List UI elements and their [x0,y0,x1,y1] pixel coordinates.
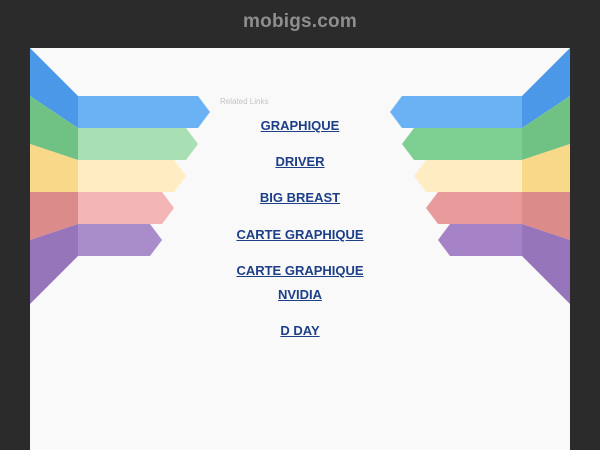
related-link-carte-graphique[interactable]: CARTE GRAPHIQUE [30,223,570,247]
site-title: mobigs.com [243,11,357,32]
related-link-big-breast[interactable]: BIG BREAST [30,186,570,210]
main-panel: Related Links GRAPHIQUE DRIVER BIG BREAS… [30,48,570,450]
related-links-list: GRAPHIQUE DRIVER BIG BREAST CARTE GRAPHI… [30,48,570,450]
related-link-d-day[interactable]: D DAY [30,319,570,343]
related-link-graphique[interactable]: GRAPHIQUE [30,114,570,138]
related-link-driver[interactable]: DRIVER [30,150,570,174]
related-link-carte-graphique-nvidia[interactable]: CARTE GRAPHIQUE NVIDIA [225,259,375,307]
top-bar: mobigs.com [0,0,600,48]
